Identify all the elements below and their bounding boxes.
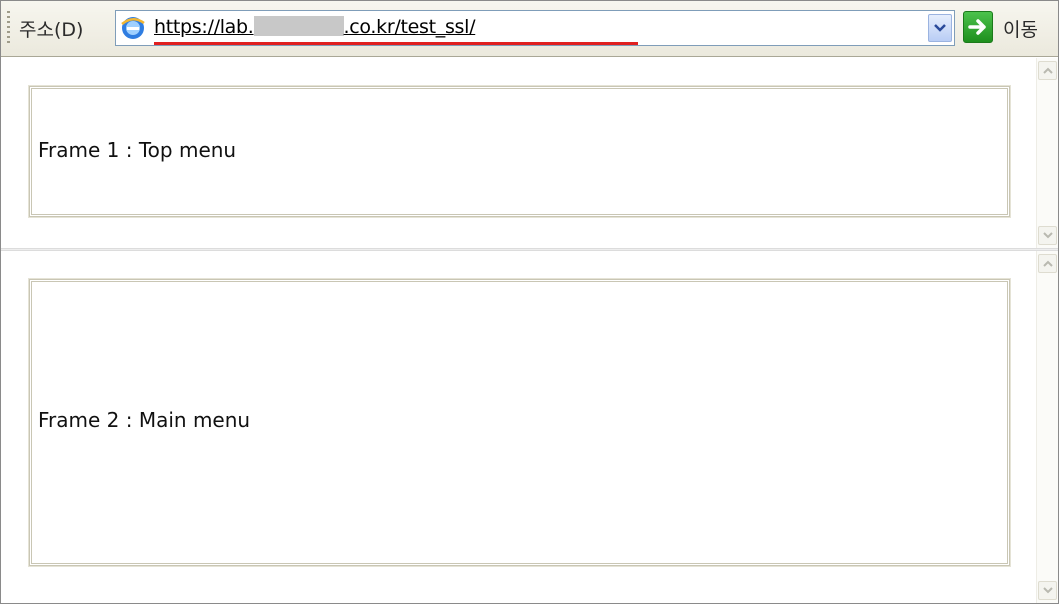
frame1-box: Frame 1 : Top menu bbox=[28, 85, 1011, 218]
page-content: Frame 1 : Top menu Frame 2 : Main menu bbox=[1, 58, 1058, 603]
address-input[interactable]: https://lab. .co.kr/test_ssl/ bbox=[115, 10, 955, 46]
frame1-scrollbar[interactable] bbox=[1036, 58, 1058, 248]
chevron-up-icon bbox=[1043, 67, 1053, 74]
toolbar-grip[interactable] bbox=[7, 11, 10, 45]
frame2-scrollbar[interactable] bbox=[1036, 251, 1058, 603]
url-red-underline bbox=[154, 42, 638, 45]
browser-window: 주소(D) https://lab. .co.kr/test_ssl/ 이동 F… bbox=[0, 0, 1059, 604]
address-dropdown-button[interactable] bbox=[928, 14, 952, 42]
go-label[interactable]: 이동 bbox=[1003, 15, 1038, 42]
url-text: https://lab. .co.kr/test_ssl/ bbox=[154, 16, 476, 38]
frame-top-menu: Frame 1 : Top menu bbox=[1, 58, 1058, 249]
chevron-down-icon bbox=[934, 24, 946, 32]
chevron-down-icon bbox=[1043, 587, 1053, 594]
frame1-label: Frame 1 : Top menu bbox=[38, 138, 237, 162]
url-suffix: .co.kr/test_ssl/ bbox=[343, 16, 476, 38]
go-button[interactable] bbox=[963, 11, 993, 43]
frame-main-menu: Frame 2 : Main menu bbox=[1, 251, 1058, 603]
address-label: 주소(D) bbox=[19, 19, 84, 41]
scroll-down-button[interactable] bbox=[1038, 226, 1057, 245]
chevron-down-icon bbox=[1043, 232, 1053, 239]
chevron-up-icon bbox=[1043, 260, 1053, 267]
frame2-label: Frame 2 : Main menu bbox=[38, 408, 251, 432]
frame2-box: Frame 2 : Main menu bbox=[28, 278, 1011, 567]
scroll-up-button[interactable] bbox=[1038, 254, 1057, 273]
address-toolbar: 주소(D) https://lab. .co.kr/test_ssl/ 이동 bbox=[1, 1, 1058, 57]
scroll-up-button[interactable] bbox=[1038, 61, 1057, 80]
scroll-down-button[interactable] bbox=[1038, 581, 1057, 600]
arrow-right-icon bbox=[968, 19, 986, 35]
ie-icon bbox=[121, 17, 145, 39]
redacted-domain bbox=[253, 16, 344, 36]
url-prefix: https://lab. bbox=[154, 16, 254, 38]
